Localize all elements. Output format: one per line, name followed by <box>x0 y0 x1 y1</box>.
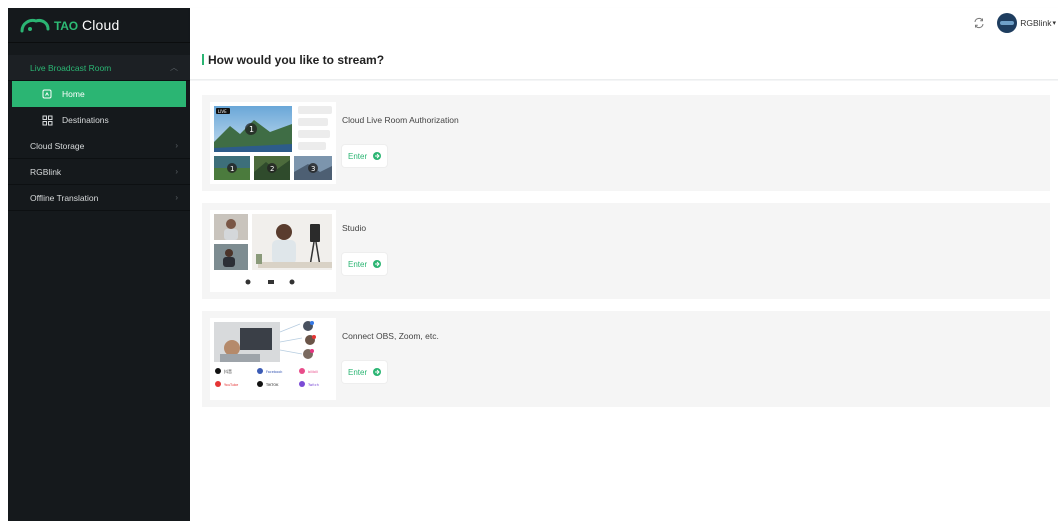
chevron-right-icon: › <box>175 193 178 202</box>
card-title: Connect OBS, Zoom, etc. <box>342 331 439 341</box>
avatar[interactable] <box>997 13 1018 33</box>
platform-label: 抖音 <box>224 368 232 374</box>
main-content: How would you like to stream? LIVE 1 1 2… <box>190 40 1058 521</box>
arrow-right-circle-icon <box>373 260 382 268</box>
home-icon <box>41 88 53 100</box>
platform-label: TIKTOK <box>265 383 279 387</box>
enter-button[interactable]: Enter <box>342 145 388 167</box>
platform-label: Facebook <box>266 370 283 374</box>
chevron-up-icon: ︿ <box>170 63 178 72</box>
sidebar-nav: Live Broadcast Room ︿ Home Destinations … <box>8 55 190 211</box>
card-connect-obs: 抖音 Facebook bilibili YouTube TIKTOK Twit… <box>202 311 1050 407</box>
stream-options: LIVE 1 1 2 3 Cloud Live Room Authorizati… <box>190 81 1058 521</box>
sidebar: TAO Cloud Live Broadcast Room ︿ Home Des… <box>8 8 190 521</box>
page-title: How would you like to stream? <box>208 52 385 67</box>
enter-button[interactable]: Enter <box>342 361 388 383</box>
chevron-right-icon: › <box>175 167 178 176</box>
sidebar-group-label: Cloud Storage <box>30 140 85 151</box>
app-window: TAO Cloud Live Broadcast Room ︿ Home Des… <box>0 0 1058 521</box>
enter-label: Enter <box>348 259 368 269</box>
sidebar-item-label: Home <box>62 89 85 99</box>
caret-down-icon[interactable]: ▾ <box>1052 19 1056 27</box>
destinations-icon <box>41 114 53 126</box>
studio-thumbnail <box>210 210 336 292</box>
page-header: How would you like to stream? <box>190 40 1058 80</box>
card-cloud-live-room: LIVE 1 1 2 3 Cloud Live Room Authorizati… <box>202 95 1050 191</box>
sidebar-item-home[interactable]: Home <box>12 81 186 107</box>
sidebar-group-label: Offline Translation <box>30 192 99 203</box>
sidebar-group-rgblink[interactable]: RGBlink › <box>8 159 190 185</box>
chevron-right-icon: › <box>175 141 178 150</box>
refresh-icon[interactable] <box>971 15 987 31</box>
sidebar-group-live-broadcast-room[interactable]: Live Broadcast Room ︿ <box>8 55 190 81</box>
card-studio: Studio Enter <box>202 203 1050 299</box>
multiview-number: 1 <box>230 165 234 173</box>
enter-button[interactable]: Enter <box>342 253 388 275</box>
cloud-logo-icon <box>20 19 50 33</box>
sidebar-group-label: Live Broadcast Room <box>30 62 112 73</box>
enter-label: Enter <box>348 151 368 161</box>
arrow-right-circle-icon <box>373 368 382 376</box>
multiview-number: 2 <box>270 165 274 173</box>
top-bar: RGBlink ▾ <box>190 8 1058 40</box>
logo[interactable]: TAO Cloud <box>8 8 190 43</box>
enter-label: Enter <box>348 367 368 377</box>
multiview-number: 1 <box>249 125 254 134</box>
live-tag: LIVE <box>218 109 227 114</box>
card-title: Studio <box>342 223 367 233</box>
arrow-right-circle-icon <box>373 152 382 160</box>
platform-label: bilibili <box>308 370 318 374</box>
sidebar-item-label: Destinations <box>62 115 109 125</box>
platform-label: YouTube <box>224 383 238 387</box>
title-accent-bar <box>202 54 204 65</box>
multiview-thumbnail: LIVE 1 1 2 3 <box>210 102 336 184</box>
platforms-thumbnail: 抖音 Facebook bilibili YouTube TIKTOK Twit… <box>210 318 336 400</box>
logo-text: TAO Cloud <box>54 17 120 33</box>
user-name[interactable]: RGBlink <box>1020 18 1051 28</box>
sidebar-group-cloud-storage[interactable]: Cloud Storage › <box>8 133 190 159</box>
platform-label: Twitch <box>307 383 319 387</box>
multiview-number: 3 <box>311 165 315 173</box>
sidebar-group-offline-translation[interactable]: Offline Translation › <box>8 185 190 211</box>
sidebar-group-label: RGBlink <box>30 166 62 177</box>
sidebar-item-destinations[interactable]: Destinations <box>8 107 190 133</box>
card-title: Cloud Live Room Authorization <box>342 115 459 125</box>
user-area: RGBlink ▾ <box>971 12 1056 34</box>
